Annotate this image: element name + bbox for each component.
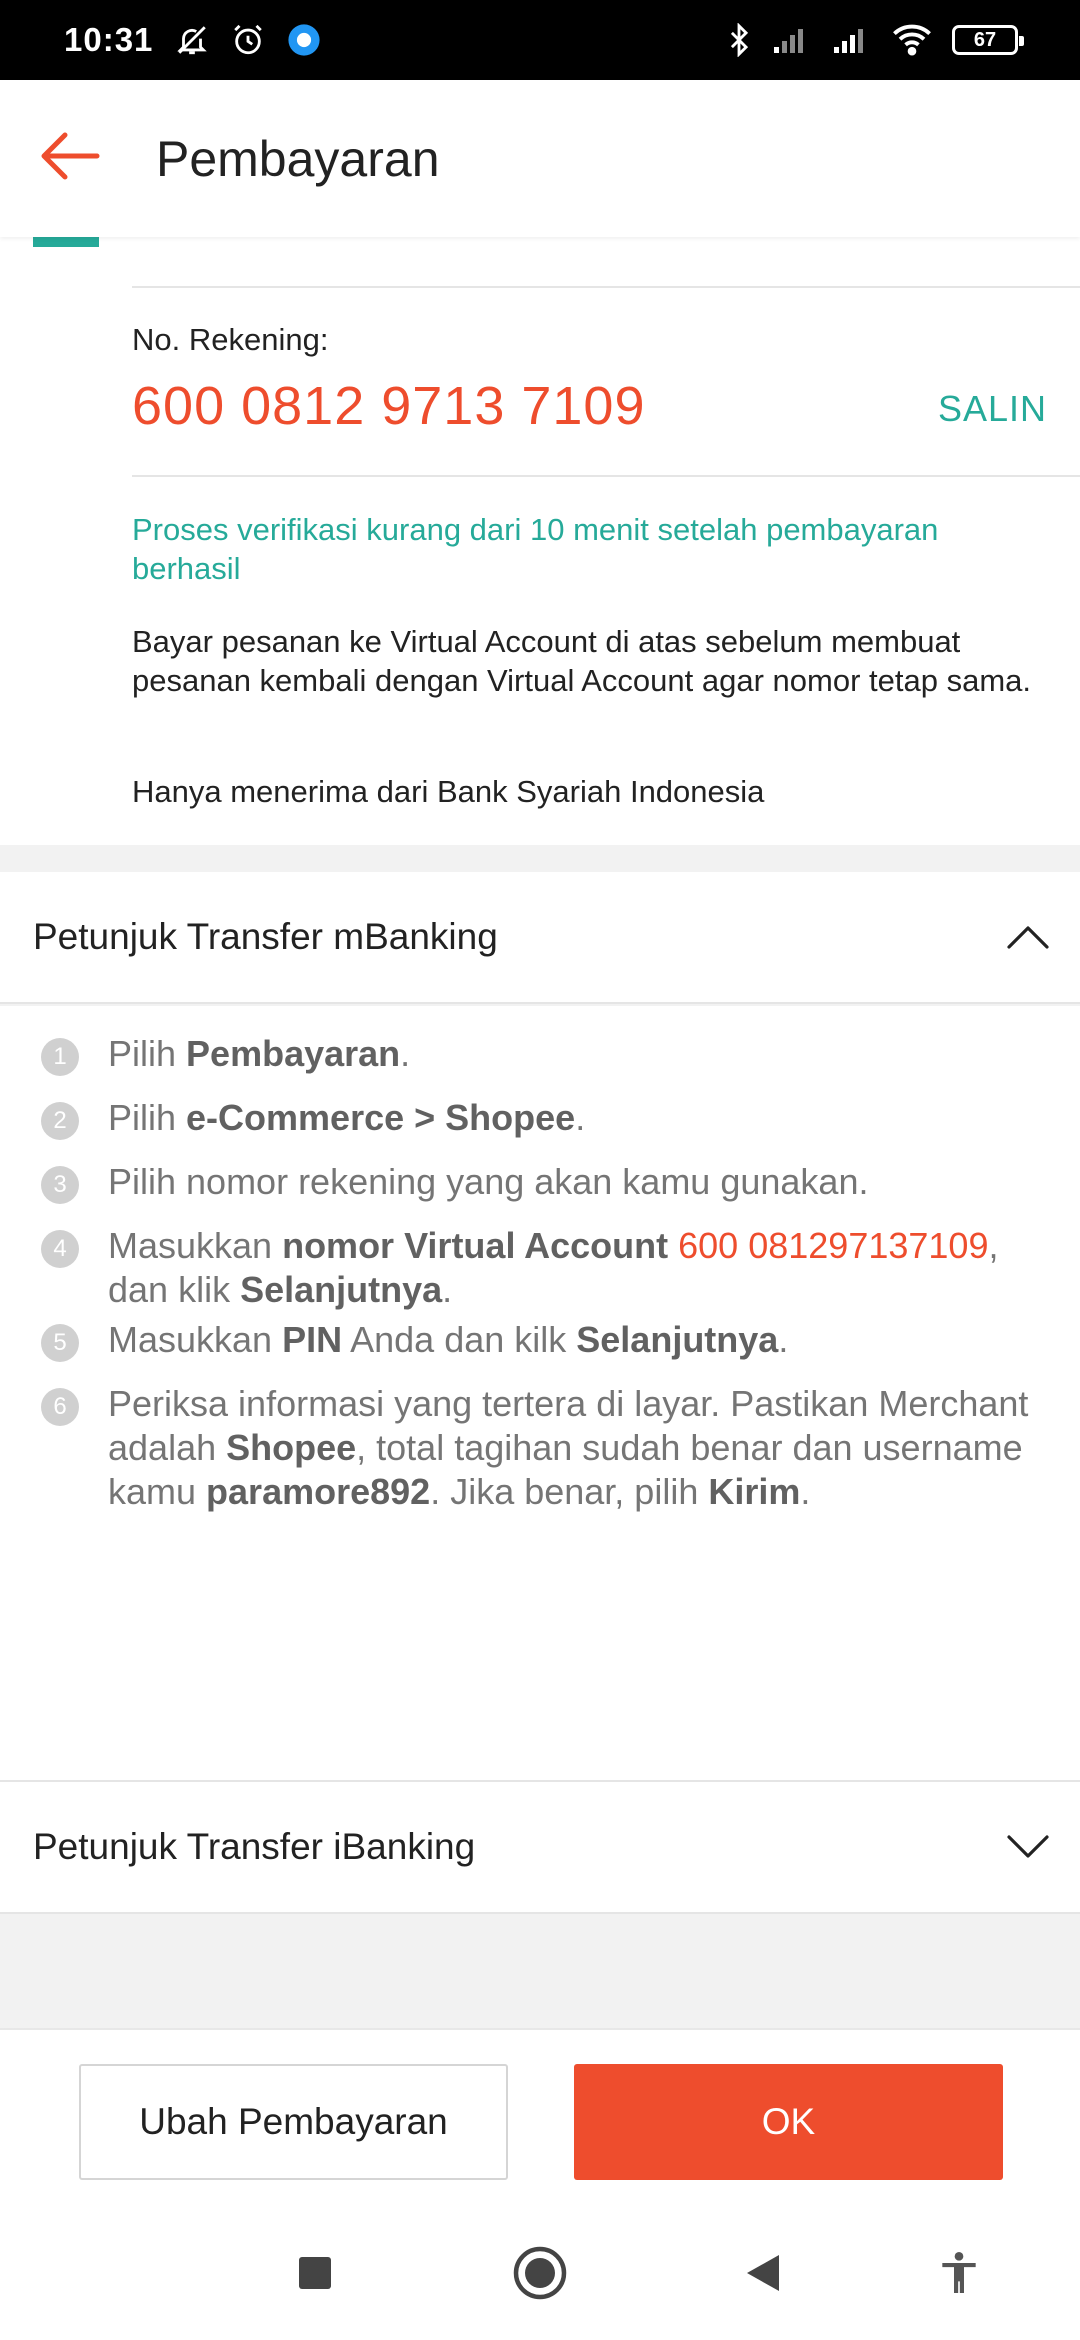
home-button[interactable] [505,2240,575,2310]
app-notification-icon [287,23,321,57]
virtual-account-number: 600 081297137109 [678,1225,989,1266]
step-text-part: Pilih [108,1033,187,1074]
step-number-badge: 1 [41,1038,79,1076]
bluetooth-icon [726,23,752,57]
step-text-part: Anda dan kilk [342,1319,577,1360]
info-text: Bayar pesanan ke Virtual Account di atas… [132,624,1031,698]
step-text: Pilih nomor rekening yang akan kamu guna… [108,1160,1053,1204]
emphasis-text: e-Commerce > Shopee [186,1097,576,1138]
signal-icon [772,25,812,55]
square-icon [298,2256,332,2295]
chevron-down-icon [998,1817,1058,1877]
account-label: No. Rekening: [132,322,329,357]
section-title: Petunjuk Transfer mBanking [33,916,498,957]
step-text-part: Masukkan [108,1319,283,1360]
copy-button[interactable]: SALIN [938,388,1047,430]
emphasis-text: paramore892 [206,1471,431,1512]
step-text: Pilih Pembayaran. [108,1032,1053,1076]
bank-logo [33,237,99,247]
circle-icon [513,2246,567,2305]
mbanking-section-header[interactable]: Petunjuk Transfer mBanking [0,872,1080,1004]
accessibility-icon [939,2251,979,2300]
step-text-part: Masukkan [108,1225,283,1266]
divider [132,286,1080,288]
step-text: Masukkan PIN Anda dan kilk Selanjutnya. [108,1318,1053,1362]
step-number-badge: 6 [41,1388,79,1426]
recents-button[interactable] [280,2240,350,2310]
wifi-icon [892,24,932,56]
chevron-up-icon [998,907,1058,967]
signal-icon-2 [832,25,872,55]
emphasis-text: nomor Virtual Account [282,1225,669,1266]
step-number-badge: 2 [41,1102,79,1140]
app-bar: Pembayaran [0,80,1080,237]
step-text-part: . Jika benar, pilih [430,1471,709,1512]
step-text-part: . [575,1097,586,1138]
emphasis-text: Shopee [226,1427,357,1468]
accessibility-button[interactable] [924,2240,994,2310]
step-text-part: . [442,1269,453,1310]
nav-back-button[interactable] [727,2240,797,2310]
mbanking-steps: 1 Pilih Pembayaran. 2 Pilih e-Commerce > Sh… [0,1006,1080,1780]
section-title: Petunjuk Transfer iBanking [33,1826,476,1867]
bottom-action-bar: Ubah Pembayaran OK [0,2028,1080,2210]
emphasis-text: Pembayaran [186,1033,401,1074]
step-text-part [668,1225,678,1266]
step-number-badge: 4 [41,1230,79,1268]
step-text-part: Pilih [108,1097,187,1138]
battery-indicator: 67 [952,25,1024,55]
emphasis-text: Selanjutnya [576,1319,779,1360]
emphasis-text: PIN [282,1319,343,1360]
step-text: Periksa informasi yang tertera di layar.… [108,1382,1053,1514]
alarm-icon [231,23,265,57]
ok-button[interactable]: OK [574,2064,1003,2180]
step-text-part: . [778,1319,789,1360]
step-text-part: Pilih nomor rekening yang akan kamu guna… [108,1161,869,1202]
verification-note: Proses verifikasi kurang dari 10 menit s… [132,512,939,586]
emphasis-text: Selanjutnya [240,1269,443,1310]
step-text-part: . [800,1471,811,1512]
back-button[interactable] [0,80,140,237]
ibanking-section-header[interactable]: Petunjuk Transfer iBanking [0,1780,1080,1914]
step-number-badge: 5 [41,1324,79,1362]
step-text: Masukkan nomor Virtual Account 600 08129… [108,1224,1053,1312]
step-text-part: . [400,1033,411,1074]
triangle-back-icon [743,2253,781,2298]
step-number-badge: 3 [41,1166,79,1204]
step-text: Pilih e-Commerce > Shopee. [108,1096,1053,1140]
bell-muted-icon [175,23,209,57]
info-text-bank: Hanya menerima dari Bank Syariah Indones… [132,774,765,809]
account-number: 600 0812 9713 7109 [132,376,646,436]
divider [132,475,1080,477]
page-title: Pembayaran [156,130,440,187]
emphasis-text: Kirim [708,1471,801,1512]
change-payment-button[interactable]: Ubah Pembayaran [79,2064,508,2180]
system-nav-bar [0,2210,1080,2340]
status-bar: 10:31 67 [0,0,1080,80]
arrow-left-icon [39,131,101,186]
status-time: 10:31 [64,21,154,58]
